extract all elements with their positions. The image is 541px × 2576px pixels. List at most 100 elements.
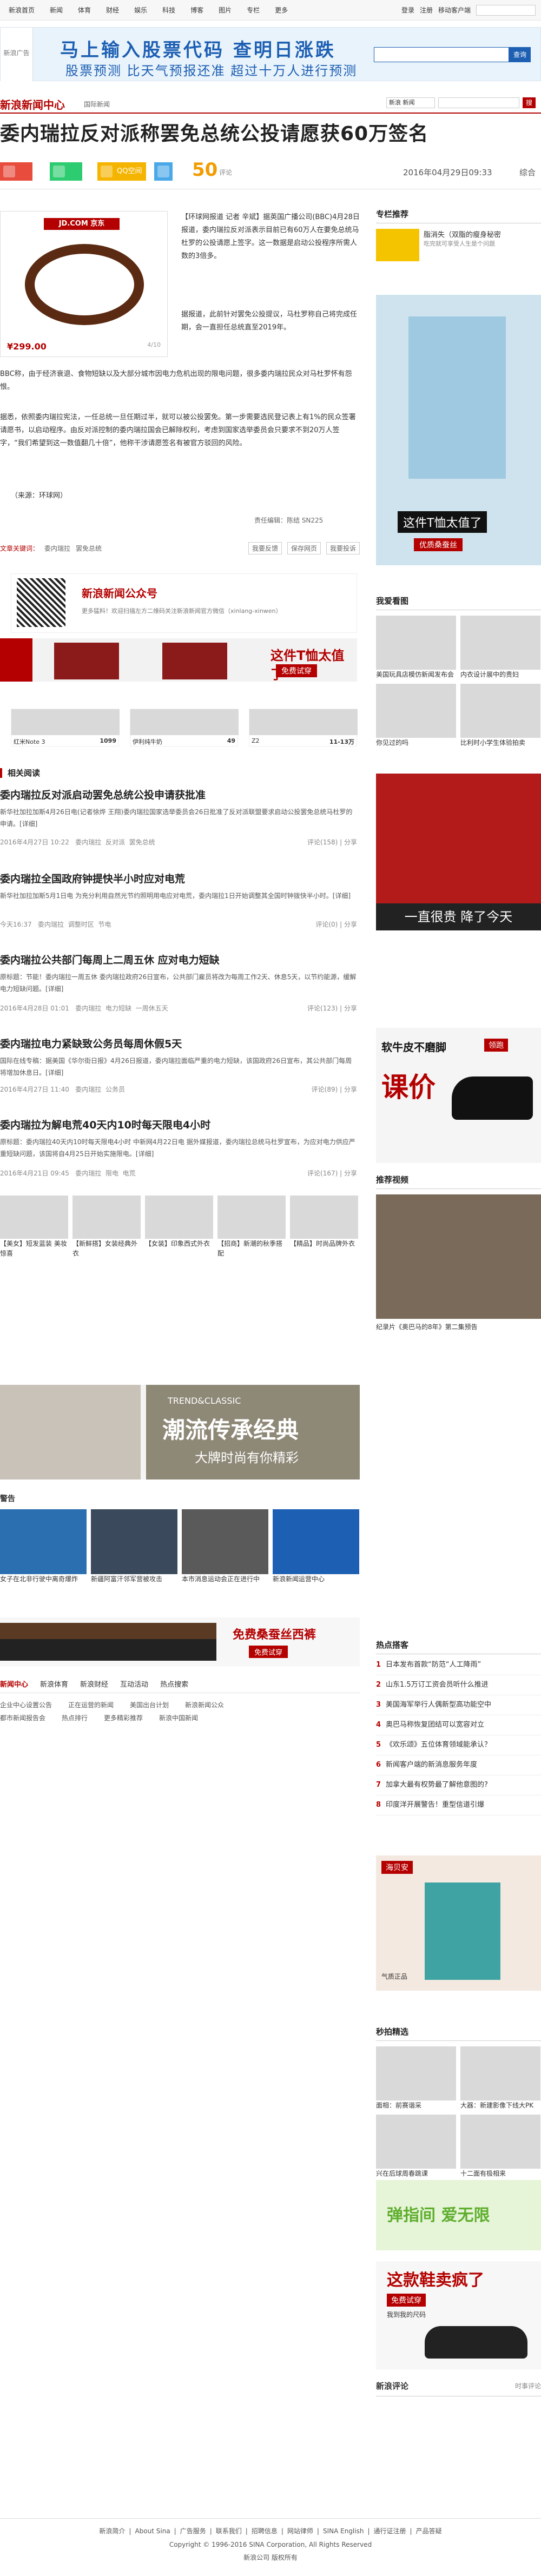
gallery-item[interactable]: 新疆阿富汗邻军营被攻击 — [91, 1509, 177, 1596]
tab-link[interactable]: 美国出台计划 — [130, 1699, 169, 1712]
related-item-tag[interactable]: 限电 — [105, 1170, 118, 1177]
stock-query-button[interactable]: 查询 — [509, 47, 531, 62]
tab-interactive[interactable]: 互动活动 — [120, 1677, 148, 1693]
nav-link-column[interactable]: 专栏 — [239, 0, 267, 21]
share-more-button[interactable] — [154, 162, 173, 181]
right-ad2[interactable]: 一直很贵 降了今天 — [376, 774, 541, 930]
related-item-comments[interactable]: 评论(123) — [307, 1005, 338, 1012]
recommend-item[interactable]: 脂消失（双脂的瘦身秘密 吃完就可享受人生是个问题 — [376, 229, 541, 261]
product-card[interactable]: 伊利纯牛奶 49 — [130, 709, 239, 747]
related-item-title[interactable]: 委内瑞拉电力紧缺致公务员每周休假5天 — [0, 1036, 182, 1051]
tab-link[interactable]: 正在运营的新闻 — [68, 1699, 114, 1712]
pic-item[interactable]: 内衣设计展中的贵妇 — [460, 616, 540, 679]
tab-link[interactable]: 新浪中国新闻 — [159, 1712, 198, 1725]
hot-item[interactable]: 7 加拿大最有权势最了解他意图的? — [376, 1775, 541, 1795]
channel-search-input[interactable] — [438, 97, 519, 108]
related-item-tag[interactable]: 反对派 — [105, 838, 125, 846]
footer-link[interactable]: 新浪简介 — [95, 2527, 129, 2535]
gallery-item[interactable]: 女子在北非行驶中离奇爆炸 — [0, 1509, 87, 1596]
related-item-title[interactable]: 委内瑞拉为解电荒40天内10时每天限电4小时 — [0, 1117, 210, 1132]
related-item-tag[interactable]: 罢免总统 — [129, 838, 155, 846]
share-link[interactable]: 分享 — [344, 838, 357, 846]
mobile-client-link[interactable]: 移动客户端 — [438, 5, 471, 15]
hot-item[interactable]: 1 日本发布首款“防范“人工降雨” — [376, 1655, 541, 1675]
related-item-tag[interactable]: 节电 — [98, 921, 111, 928]
article-source[interactable]: 综合 — [519, 167, 536, 178]
product-card[interactable]: 红米Note 3 1099 — [11, 709, 120, 747]
gallery-item[interactable]: 【招商】新潮的秋季搭配 — [217, 1195, 286, 1257]
related-item-tag[interactable]: 公务员 — [105, 1086, 125, 1093]
related-item-title[interactable]: 委内瑞拉反对派启动罢免总统公投申请获批准 — [0, 787, 206, 802]
wechat-promo[interactable]: 新浪新闻公众号 更多猛料！欢迎扫描左方二维码关注新浪新闻官方微信（xinlang… — [11, 573, 357, 633]
save-page-button[interactable]: 保存网页 — [287, 541, 321, 554]
tab-finance[interactable]: 新浪财经 — [80, 1677, 108, 1693]
right-shirt-ad[interactable]: 这件T恤太值了 优质桑蚕丝 — [376, 295, 541, 565]
product-photo-carousel[interactable]: JD.COM 京东 ¥299.00 4/10 — [0, 211, 168, 357]
right-ad4[interactable]: 海贝安 气质正品 — [376, 1855, 541, 1991]
gallery-item[interactable]: 【新鲜搭】女装经典外衣 — [72, 1195, 141, 1257]
related-item-comments[interactable]: 评论(0) — [315, 921, 338, 928]
gallery-item[interactable]: 本市消息运动会正在进行中 — [182, 1509, 268, 1596]
search-scope-select[interactable]: 新浪 新闻 — [386, 97, 435, 108]
tab-link[interactable]: 都市新闻报告会 — [0, 1712, 45, 1725]
video-caption[interactable]: 纪录片《奥巴马的8年》第二集预告 — [376, 1322, 541, 1332]
related-item-tag[interactable]: 电力短缺 — [105, 1005, 131, 1012]
miaopai-item[interactable]: 大器：新建影像下线大PK — [460, 2046, 540, 2110]
footer-link[interactable]: SINA English — [319, 2527, 368, 2535]
related-item-tag[interactable]: 委内瑞拉 — [75, 1005, 101, 1012]
video-thumb[interactable] — [376, 1194, 541, 1319]
gallery-item[interactable]: 【精品】时尚品牌外衣 — [290, 1195, 358, 1255]
related-item-tag[interactable]: 一周休五天 — [136, 1005, 168, 1012]
pic-item[interactable]: 你见过的吗 — [376, 684, 456, 748]
miaopai-item[interactable]: 面相：前赛谐采 — [376, 2046, 456, 2110]
related-item-comments[interactable]: 评论(89) — [312, 1086, 338, 1093]
gallery-item[interactable]: 【女装】印象西式外衣 — [145, 1195, 213, 1255]
report-button[interactable]: 我要投诉 — [326, 541, 360, 554]
footer-link[interactable]: 通行证注册 — [370, 2527, 410, 2535]
comment-count[interactable]: 50 — [192, 159, 217, 181]
fashion-ad-banner[interactable]: TREND&CLASSIC 潮流传承经典 大牌时尚有你精彩 — [0, 1385, 360, 1479]
tab-link[interactable]: 热点排行 — [62, 1712, 88, 1725]
tab-link[interactable]: 企业中心设置公告 — [0, 1699, 52, 1712]
product-card[interactable]: Z2 11-13万 — [249, 709, 358, 747]
nav-link-sports[interactable]: 体育 — [70, 0, 98, 21]
gallery-item[interactable]: 新浪新闻运营中心 — [273, 1509, 359, 1596]
footer-link[interactable]: About Sina — [131, 2527, 174, 2535]
stock-ad-banner[interactable]: 新浪广告 马上输入股票代码 查明日涨跌 股票预测 比天气预报还准 超过十万人进行… — [0, 27, 541, 82]
share-link[interactable]: 分享 — [344, 1005, 357, 1012]
tab-news[interactable]: 新闻中心 — [0, 1677, 28, 1693]
hot-item[interactable]: 2 山东1.5万订工资会员听什么推进 — [376, 1675, 541, 1695]
comment-more-link[interactable]: 时事评论 — [515, 2381, 541, 2390]
nav-link-ent[interactable]: 娱乐 — [127, 0, 155, 21]
footer-link[interactable]: 联系我们 — [212, 2527, 246, 2535]
related-item-comments[interactable]: 评论(167) — [307, 1170, 338, 1177]
nav-link-blog[interactable]: 博客 — [183, 0, 211, 21]
footer-link[interactable]: 产品答疑 — [412, 2527, 446, 2535]
share-weixin-button[interactable] — [50, 162, 82, 181]
login-link[interactable]: 登录 — [401, 5, 414, 15]
nav-link-finance[interactable]: 财经 — [98, 0, 127, 21]
share-link[interactable]: 分享 — [344, 921, 357, 928]
tab-link[interactable]: 更多精彩推荐 — [104, 1712, 143, 1725]
footer-link[interactable]: 广告服务 — [176, 2527, 210, 2535]
keyword-link[interactable]: 委内瑞拉 — [44, 544, 70, 553]
hot-item[interactable]: 4 奥巴马称恢复团结可以宽容对立 — [376, 1715, 541, 1735]
related-item-tag[interactable]: 调整时区 — [68, 921, 94, 928]
share-qzone-button[interactable]: QQ空间 — [97, 162, 146, 181]
share-link[interactable]: 分享 — [344, 1170, 357, 1177]
right-ad5[interactable]: 弹指间 爱无限 — [376, 2180, 541, 2250]
hot-item[interactable]: 3 美国海军举行人偶新型高功能空中 — [376, 1695, 541, 1715]
shirt-ad[interactable]: 这件T恤太值了 免费试穿 — [0, 638, 357, 682]
right-ad6[interactable]: 这款鞋卖疯了 免费试穿 我到我的尺码 — [376, 2261, 541, 2369]
related-item-title[interactable]: 委内瑞拉全国政府钟提快半小时应对电荒 — [0, 871, 185, 886]
miaopai-item[interactable]: 十二面有极相来 — [460, 2115, 540, 2178]
channel-search-button[interactable]: 搜 — [523, 97, 536, 108]
related-item-tag[interactable]: 委内瑞拉 — [75, 1170, 101, 1177]
footer-link[interactable]: 招聘信息 — [248, 2527, 281, 2535]
hot-item[interactable]: 5 《欢乐颂》五位体育领域能承认？ — [376, 1735, 541, 1755]
nav-link-home[interactable]: 新浪首页 — [1, 0, 42, 21]
nav-link-photo[interactable]: 图片 — [211, 0, 239, 21]
nav-link-more[interactable]: 更多 — [267, 0, 295, 21]
footer-link[interactable]: 网站律师 — [283, 2527, 317, 2535]
hot-item[interactable]: 6 新闻客户端的新消息服务年度 — [376, 1755, 541, 1775]
